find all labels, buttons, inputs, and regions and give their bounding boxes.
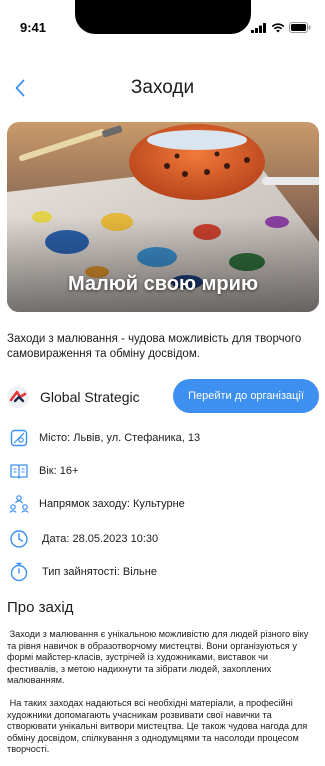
status-time: 9:41 <box>20 20 47 35</box>
city-text: Місто: Львів, ул. Стефаника, 13 <box>39 432 201 444</box>
about-title: Про захід <box>7 599 74 616</box>
about-paragraph-2: На таких заходах надаються всі необхідні… <box>7 698 319 756</box>
about-paragraph-1: Заходи з малювання є унікальною можливіс… <box>7 629 319 687</box>
intro-text: Заходи з малювання - чудова можливість д… <box>7 333 302 360</box>
clock-icon <box>10 530 28 548</box>
about-paragraph-1-text: Заходи з малювання є унікальною можливіс… <box>7 629 309 686</box>
organization-logo-icon <box>7 386 29 408</box>
hero-caption: Малюй свою мрию <box>67 273 259 295</box>
status-icons <box>251 22 311 33</box>
header: Заходи <box>0 74 325 104</box>
status-bar: 9:41 <box>0 0 325 44</box>
date-row: Дата: 28.05.2023 10:30 <box>9 529 319 551</box>
stopwatch-icon <box>10 562 28 582</box>
book-icon <box>10 464 28 479</box>
city-row: Місто: Львів, ул. Стефаника, 13 <box>9 428 319 450</box>
hero-image: Малюй свою мрию <box>7 122 319 312</box>
signal-icon <box>251 22 266 33</box>
about-paragraph-2-text: На таких заходах надаються всі необхідні… <box>7 698 308 755</box>
direction-row: Напрямок заходу: Культурне <box>9 494 319 516</box>
map-icon <box>10 429 28 447</box>
page-title: Заходи <box>130 77 195 98</box>
employment-row: Тип зайнятості: Вільне <box>9 562 319 584</box>
direction-text: Напрямок заходу: Культурне <box>39 498 185 510</box>
organization-row: Global Strategic Перейти до організації <box>7 379 319 413</box>
age-row: Вік: 16+ <box>9 461 319 483</box>
wifi-icon <box>271 22 285 32</box>
employment-text: Тип зайнятості: Вільне <box>42 566 157 578</box>
go-to-organization-button[interactable]: Перейти до організації <box>173 379 319 413</box>
organization-name: Global Strategic <box>40 389 140 405</box>
date-text: Дата: 28.05.2023 10:30 <box>42 533 159 545</box>
people-icon <box>9 495 29 513</box>
age-text: Вік: 16+ <box>39 465 79 477</box>
notch <box>75 0 251 34</box>
battery-icon <box>289 22 311 33</box>
